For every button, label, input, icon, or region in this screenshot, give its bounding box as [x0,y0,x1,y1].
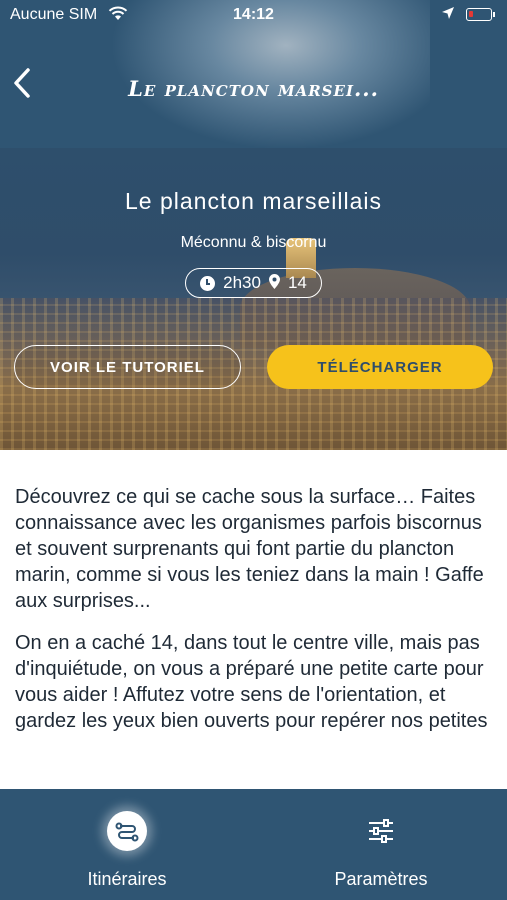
tab-itineraires[interactable]: Itinéraires [27,789,227,900]
tab-parametres[interactable]: Paramètres [281,789,481,900]
tab-label: Paramètres [334,869,428,889]
tab-bar: Itinéraires Paramètres [0,789,507,900]
location-pin-icon [268,273,280,293]
clock-time: 14:12 [233,6,274,23]
route-icon [107,811,147,851]
location-arrow-icon [441,6,455,23]
tab-label: Itinéraires [87,869,167,889]
battery-icon [466,8,495,21]
download-button[interactable]: TÉLÉCHARGER [267,345,493,389]
description-paragraph: On en a caché 14, dans tout le centre vi… [15,632,488,732]
battery-level [469,11,473,17]
duration-label: 2h30 [223,273,261,292]
itinerary-subtitle: Méconnu & biscornu [180,234,327,251]
header: Aucune SIM 14:12 Le plancton marsei... [0,0,507,148]
itinerary-title: Le plancton marseillais [125,188,382,214]
description-paragraph: Découvrez ce qui se cache sous la surfac… [15,486,484,612]
spots-count: 14 [287,273,307,292]
nav-title: Le plancton marsei... [128,76,379,101]
itinerary-hero: Le plancton marseillais Méconnu & biscor… [0,148,507,450]
sliders-icon [369,819,393,843]
status-bar: Aucune SIM 14:12 [0,0,507,30]
clock-icon [200,275,216,291]
itinerary-description: Découvrez ce qui se cache sous la surfac… [15,484,495,750]
itinerary-info-pill: 2h30 14 [185,268,322,298]
tutorial-button[interactable]: VOIR LE TUTORIEL [14,345,241,389]
